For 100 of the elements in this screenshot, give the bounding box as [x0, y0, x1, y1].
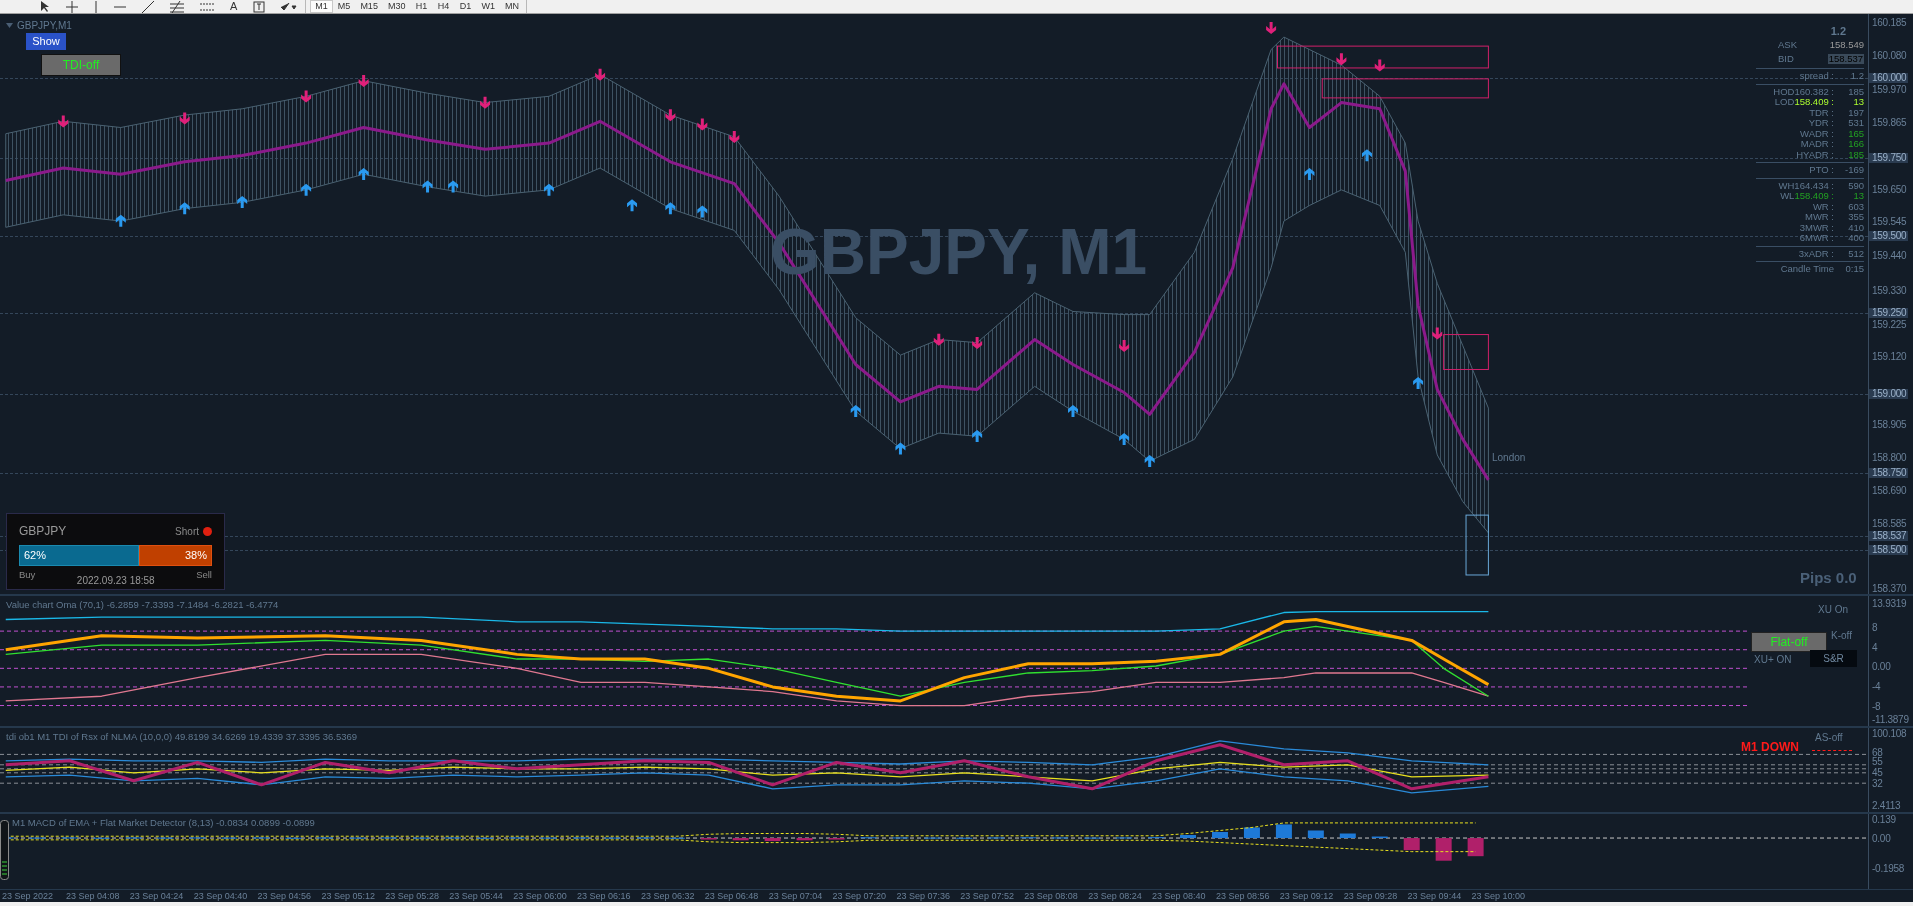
up-arrow	[115, 214, 126, 227]
cursor-icon[interactable]	[40, 0, 50, 13]
axis-label: 100.108	[1872, 729, 1907, 739]
stat-value: -169	[1844, 165, 1864, 176]
down-arrow	[301, 90, 312, 103]
axis-label: 159.865	[1872, 118, 1907, 128]
timeframe-button[interactable]: W1	[476, 0, 500, 13]
timeframe-button[interactable]: M5	[332, 0, 356, 13]
up-arrow	[358, 168, 369, 181]
status-dot-icon	[203, 526, 212, 536]
axis-label: 13.9319	[1872, 599, 1907, 609]
price-level-label: 159.250	[1869, 308, 1909, 318]
up-arrow	[1119, 433, 1130, 446]
axis-label: 158.690	[1872, 486, 1907, 496]
timeframe-button[interactable]: M30	[382, 0, 411, 13]
up-arrow	[665, 202, 676, 215]
stat-price: 158.409 :	[1794, 97, 1834, 108]
timestamp: 2022.09.23 18:58	[76, 574, 155, 588]
stat-value: 590	[1847, 180, 1864, 191]
stat-value: 1.2	[1849, 71, 1864, 82]
trendline-icon[interactable]	[142, 0, 154, 13]
indicator-toggle[interactable]: K-off	[1831, 630, 1852, 642]
stat-value: 0:15	[1844, 264, 1864, 275]
stat-value: 185	[1847, 86, 1864, 97]
axis-label: 8	[1872, 623, 1878, 633]
signal-label: Short	[175, 524, 199, 539]
stat-label: LOD	[1774, 97, 1795, 108]
up-arrow	[1144, 454, 1155, 467]
collapse-triangle-icon[interactable]	[6, 23, 13, 28]
axis-label: 160.080	[1872, 51, 1907, 61]
up-arrow	[237, 196, 248, 209]
stat-label: WL	[1780, 191, 1795, 202]
down-arrow	[595, 68, 606, 81]
time-label: 23 Sep 05:44	[449, 890, 504, 902]
buy-percent: 62%	[24, 548, 47, 564]
up-arrow	[1361, 149, 1372, 162]
indicator-title: M1 MACD of EMA + Flat Market Detector (8,13) -0.0834 0.0899 -0.0899	[12, 816, 315, 830]
timeframe-button[interactable]: D1	[454, 0, 477, 13]
timeframe-button[interactable]: H4	[432, 0, 455, 13]
horizontal-line-icon[interactable]	[114, 4, 126, 9]
time-label: 23 Sep 07:04	[768, 890, 824, 902]
up-arrow	[179, 202, 190, 215]
scroll-widget-icon[interactable]	[0, 820, 9, 880]
indicator-toggle[interactable]: S&R	[1810, 650, 1857, 667]
stat-label: Candle Time	[1780, 264, 1834, 275]
price-level-label: 158.500	[1869, 545, 1909, 555]
stat-label: 3xADR :	[1798, 248, 1834, 259]
chart-title: GBPJPY,M1	[17, 19, 72, 33]
crosshair-icon[interactable]	[66, 0, 78, 13]
axis-label: 32	[1872, 779, 1883, 789]
indicator-toggle[interactable]: XU On	[1818, 604, 1848, 616]
text-tool[interactable]: A	[230, 1, 238, 12]
price-level-label: 159.500	[1869, 231, 1909, 241]
stat-value: 603	[1847, 201, 1864, 212]
timeframe-button[interactable]: M15	[355, 0, 383, 13]
price-level-label: 158.750	[1869, 468, 1909, 478]
down-arrow	[58, 115, 69, 128]
axis-label: -0.1958	[1872, 864, 1905, 874]
axis-label: 68	[1872, 748, 1883, 758]
time-label: 23 Sep 07:36	[896, 890, 952, 902]
time-label: 23 Sep 04:08	[65, 890, 121, 902]
axis-label: 0.139	[1872, 815, 1896, 825]
time-label: 23 Sep 08:40	[1152, 890, 1207, 902]
indicator-toggle[interactable]: AS-off	[1815, 732, 1843, 744]
time-label: 23 Sep 09:12	[1279, 890, 1335, 902]
stat-label: HYADR :	[1796, 149, 1834, 160]
vertical-line-icon[interactable]	[94, 0, 98, 13]
stat-value: 531	[1847, 118, 1864, 129]
axis-label: 159.650	[1872, 185, 1907, 195]
label-icon[interactable]	[253, 0, 266, 13]
spread-header: 1.2	[1830, 24, 1846, 38]
up-arrow	[1413, 376, 1424, 389]
stat-label: HOD160.382 :	[1773, 86, 1834, 97]
time-label: 23 Sep 05:28	[385, 890, 440, 902]
time-label: 23 Sep 10:00	[1471, 890, 1527, 902]
stat-price: 158.409 :	[1794, 191, 1834, 202]
show-button[interactable]: Show	[26, 33, 66, 50]
timeframe-button[interactable]: MN	[499, 0, 524, 13]
down-arrow	[697, 118, 708, 131]
axis-label: 2.4113	[1872, 801, 1901, 811]
down-arrow	[1374, 59, 1385, 72]
down-arrow	[358, 74, 369, 87]
axis-label: 45	[1872, 768, 1883, 778]
zone-rectangle	[1443, 334, 1489, 370]
trend-signal: M1 DOWN	[1741, 739, 1799, 756]
axis-label: 55	[1872, 757, 1883, 767]
stat-value: 13	[1852, 97, 1864, 108]
fibonacci-icon[interactable]	[170, 0, 184, 13]
price-level-label: 158.537	[1869, 531, 1909, 541]
time-label: 23 Sep 06:48	[704, 890, 760, 902]
arrows-dropdown-icon[interactable]	[281, 1, 298, 12]
stat-label: 6MWR :	[1799, 233, 1834, 244]
time-label: 23 Sep 07:20	[832, 890, 888, 902]
indicator-toggle[interactable]: XU+ ON	[1754, 654, 1792, 666]
up-arrow	[697, 205, 708, 218]
up-arrow	[1304, 168, 1315, 181]
timeframe-button[interactable]: H1	[410, 0, 433, 13]
down-arrow	[1266, 21, 1277, 34]
axis-label: 159.545	[1872, 217, 1907, 227]
timeframe-button[interactable]: M1	[310, 0, 333, 13]
